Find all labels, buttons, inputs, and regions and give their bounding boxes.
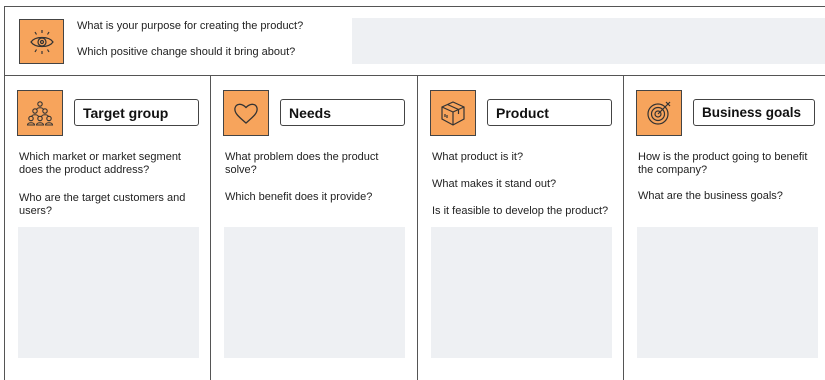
business-goals-question: What are the business goals?	[638, 190, 783, 202]
vision-note-area[interactable]	[352, 18, 825, 64]
target-group-question: Which market or market segment does the …	[19, 151, 181, 176]
product-icon-box	[430, 90, 476, 136]
target-icon	[647, 101, 671, 125]
business-goals-title[interactable]: Business goals	[693, 99, 815, 126]
target-group-question: Who are the target customers and users?	[19, 192, 186, 217]
target-group-note-area[interactable]	[18, 227, 199, 358]
product-question: Is it feasible to develop the product?	[432, 205, 609, 217]
eye-icon	[29, 29, 54, 54]
product-question: What makes it stand out?	[432, 178, 557, 190]
needs-question: What problem does the product solve?	[225, 151, 379, 176]
needs-question: Which benefit does it provide?	[225, 191, 373, 203]
target-group-column: Target group Which market or market segm…	[4, 76, 210, 380]
needs-note-area[interactable]	[224, 227, 405, 358]
needs-title[interactable]: Needs	[280, 99, 405, 126]
needs-icon-box	[223, 90, 269, 136]
product-note-area[interactable]	[431, 227, 612, 358]
product-column: Product What product is it? What makes i…	[417, 76, 623, 380]
vision-icon-box	[19, 19, 64, 64]
business-goals-question: How is the product going to benefit the …	[638, 151, 808, 176]
vision-question: What is your purpose for creating the pr…	[77, 20, 304, 32]
business-goals-column: Business goals How is the product going …	[623, 76, 825, 380]
product-question: What product is it?	[432, 151, 524, 163]
vision-section: What is your purpose for creating the pr…	[4, 6, 825, 76]
needs-column: Needs What problem does the product solv…	[210, 76, 417, 380]
vision-question: Which positive change should it bring ab…	[77, 46, 296, 58]
business-goals-note-area[interactable]	[637, 227, 818, 358]
heart-icon	[234, 103, 258, 124]
target-group-title[interactable]: Target group	[74, 99, 199, 126]
people-group-icon	[26, 101, 54, 126]
target-group-icon-box	[17, 90, 63, 136]
product-vision-board: What is your purpose for creating the pr…	[0, 0, 825, 380]
product-title[interactable]: Product	[487, 99, 612, 126]
business-goals-icon-box	[636, 90, 682, 136]
box-icon	[441, 101, 465, 126]
